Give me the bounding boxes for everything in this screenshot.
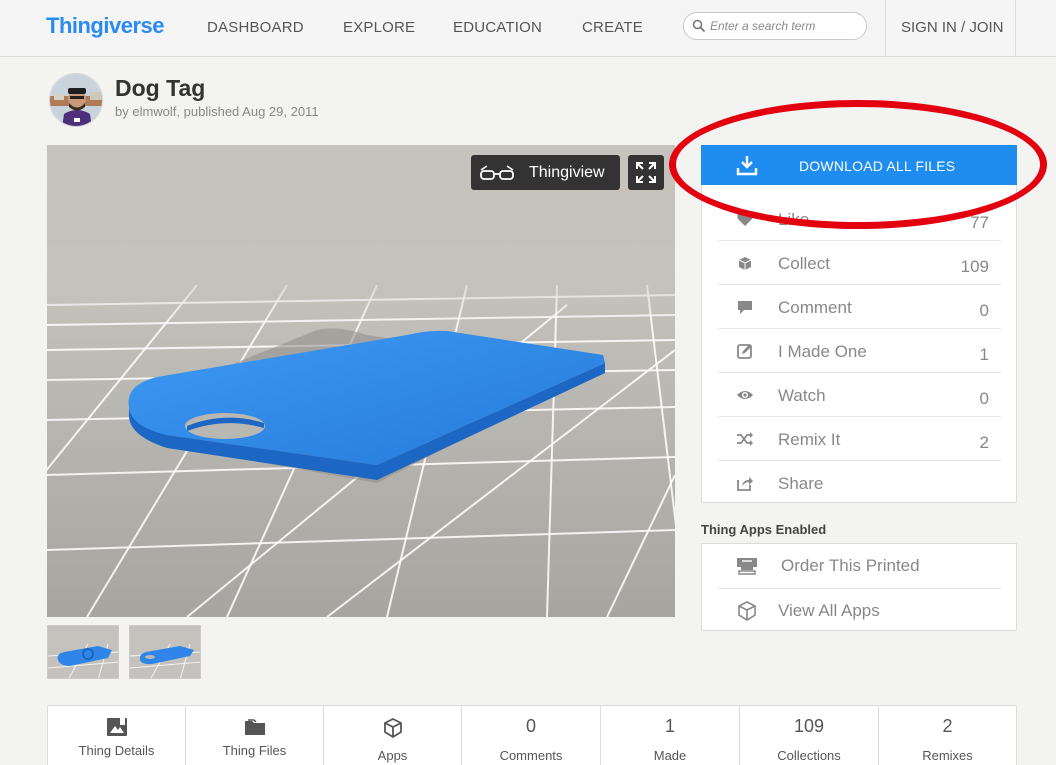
order-this-printed-label: Order This Printed: [781, 556, 920, 575]
remix-it-count: 2: [979, 433, 989, 452]
thing-actions-panel: Like 77 Collect 109 Comment 0 I Made One…: [701, 185, 1017, 503]
download-all-files-button[interactable]: DOWNLOAD ALL FILES: [701, 145, 1017, 185]
top-navigation-bar: Thingiverse DASHBOARD EXPLORE EDUCATION …: [0, 0, 1056, 57]
thingiverse-logo[interactable]: Thingiverse: [46, 13, 164, 39]
glasses-icon: [480, 165, 514, 180]
tab-comments-count: 0: [525, 716, 536, 736]
thing-apps-heading: Thing Apps Enabled: [701, 522, 827, 537]
tab-collections[interactable]: 109 Collections: [740, 706, 879, 765]
tab-made-count: 1: [664, 716, 675, 736]
thing-tabs: Thing Details Thing Files Apps 0 Comment…: [47, 705, 1017, 765]
made-one-icon: [737, 344, 752, 359]
search-input[interactable]: [710, 17, 860, 35]
avatar-image: [50, 74, 102, 126]
tab-remixes[interactable]: 2 Remixes: [879, 706, 1016, 765]
thingiview-label: Thingiview: [529, 164, 605, 181]
tab-remixes-label: Remixes: [922, 748, 973, 763]
remix-it-button[interactable]: Remix It 2: [718, 417, 1001, 461]
fullscreen-icon: [636, 162, 656, 183]
nav-create[interactable]: CREATE: [582, 19, 643, 36]
view-all-apps-label: View All Apps: [778, 601, 880, 620]
watch-button[interactable]: Watch 0: [718, 373, 1001, 417]
thing-apps-panel: Order This Printed View All Apps: [701, 543, 1017, 631]
tab-thing-details-label: Thing Details: [78, 743, 155, 758]
tab-apps-label: Apps: [377, 748, 408, 763]
i-made-one-count: 1: [979, 345, 989, 364]
eye-icon: [737, 391, 753, 399]
thing-details-icon: [106, 718, 127, 736]
collect-button[interactable]: Collect 109: [718, 241, 1001, 285]
cube-icon: [738, 601, 756, 621]
model-render: [47, 145, 675, 617]
shuffle-icon: [737, 432, 753, 446]
collect-label: Collect: [778, 254, 830, 273]
search-box: [683, 12, 867, 40]
printer-icon: [737, 558, 757, 575]
heart-icon: [737, 212, 753, 226]
tab-made-label: Made: [653, 748, 687, 763]
thing-title: Dog Tag: [115, 75, 206, 101]
thumbnail-1[interactable]: [47, 625, 119, 679]
thingiview-button[interactable]: Thingiview: [471, 155, 620, 190]
search-icon[interactable]: [692, 19, 706, 33]
folder-icon: [244, 719, 265, 735]
tab-collections-count: 109: [793, 716, 825, 736]
cube-icon: [383, 717, 402, 739]
sign-in-join-label: SIGN IN / JOIN: [901, 19, 1004, 36]
i-made-one-label: I Made One: [778, 342, 867, 361]
comment-label: Comment: [778, 298, 852, 317]
tab-thing-files-label: Thing Files: [222, 743, 287, 758]
comment-count: 0: [979, 301, 989, 320]
comment-icon: [738, 301, 752, 314]
comment-button[interactable]: Comment 0: [718, 285, 1001, 329]
tab-remixes-count: 2: [942, 716, 953, 736]
tab-collections-label: Collections: [777, 748, 841, 763]
tab-thing-files[interactable]: Thing Files: [186, 706, 324, 765]
thumbnail-2-image: [130, 626, 200, 678]
sign-in-join-button[interactable]: SIGN IN / JOIN: [885, 0, 1016, 57]
tab-comments-label: Comments: [499, 748, 563, 763]
author-avatar[interactable]: [49, 73, 103, 127]
nav-education[interactable]: EDUCATION: [453, 19, 542, 36]
thing-byline: by elmwolf, published Aug 29, 2011: [115, 104, 319, 119]
tab-thing-details[interactable]: Thing Details: [48, 706, 186, 765]
view-all-apps-button[interactable]: View All Apps: [718, 588, 1001, 632]
thumbnail-1-image: [48, 626, 118, 678]
watch-count: 0: [979, 389, 989, 408]
tab-comments[interactable]: 0 Comments: [462, 706, 601, 765]
share-icon: [737, 477, 753, 491]
i-made-one-button[interactable]: I Made One 1: [718, 329, 1001, 373]
nav-dashboard[interactable]: DASHBOARD: [207, 19, 304, 36]
thing-3d-viewer[interactable]: [47, 145, 675, 617]
fullscreen-button[interactable]: [628, 155, 664, 190]
thumbnail-2[interactable]: [129, 625, 201, 679]
like-button[interactable]: Like 77: [718, 197, 1001, 241]
download-icon: [736, 156, 758, 176]
share-label: Share: [778, 474, 824, 493]
download-all-files-label: DOWNLOAD ALL FILES: [799, 158, 956, 174]
like-count: 77: [970, 213, 989, 232]
like-label: Like: [778, 210, 810, 229]
order-this-printed-button[interactable]: Order This Printed: [718, 544, 1001, 588]
tab-apps[interactable]: Apps: [324, 706, 462, 765]
collect-count: 109: [960, 257, 989, 276]
collect-icon: [738, 257, 752, 270]
watch-label: Watch: [778, 386, 826, 405]
nav-explore[interactable]: EXPLORE: [343, 19, 415, 36]
share-button[interactable]: Share: [718, 461, 1001, 505]
remix-it-label: Remix It: [778, 430, 841, 449]
tab-made[interactable]: 1 Made: [601, 706, 740, 765]
